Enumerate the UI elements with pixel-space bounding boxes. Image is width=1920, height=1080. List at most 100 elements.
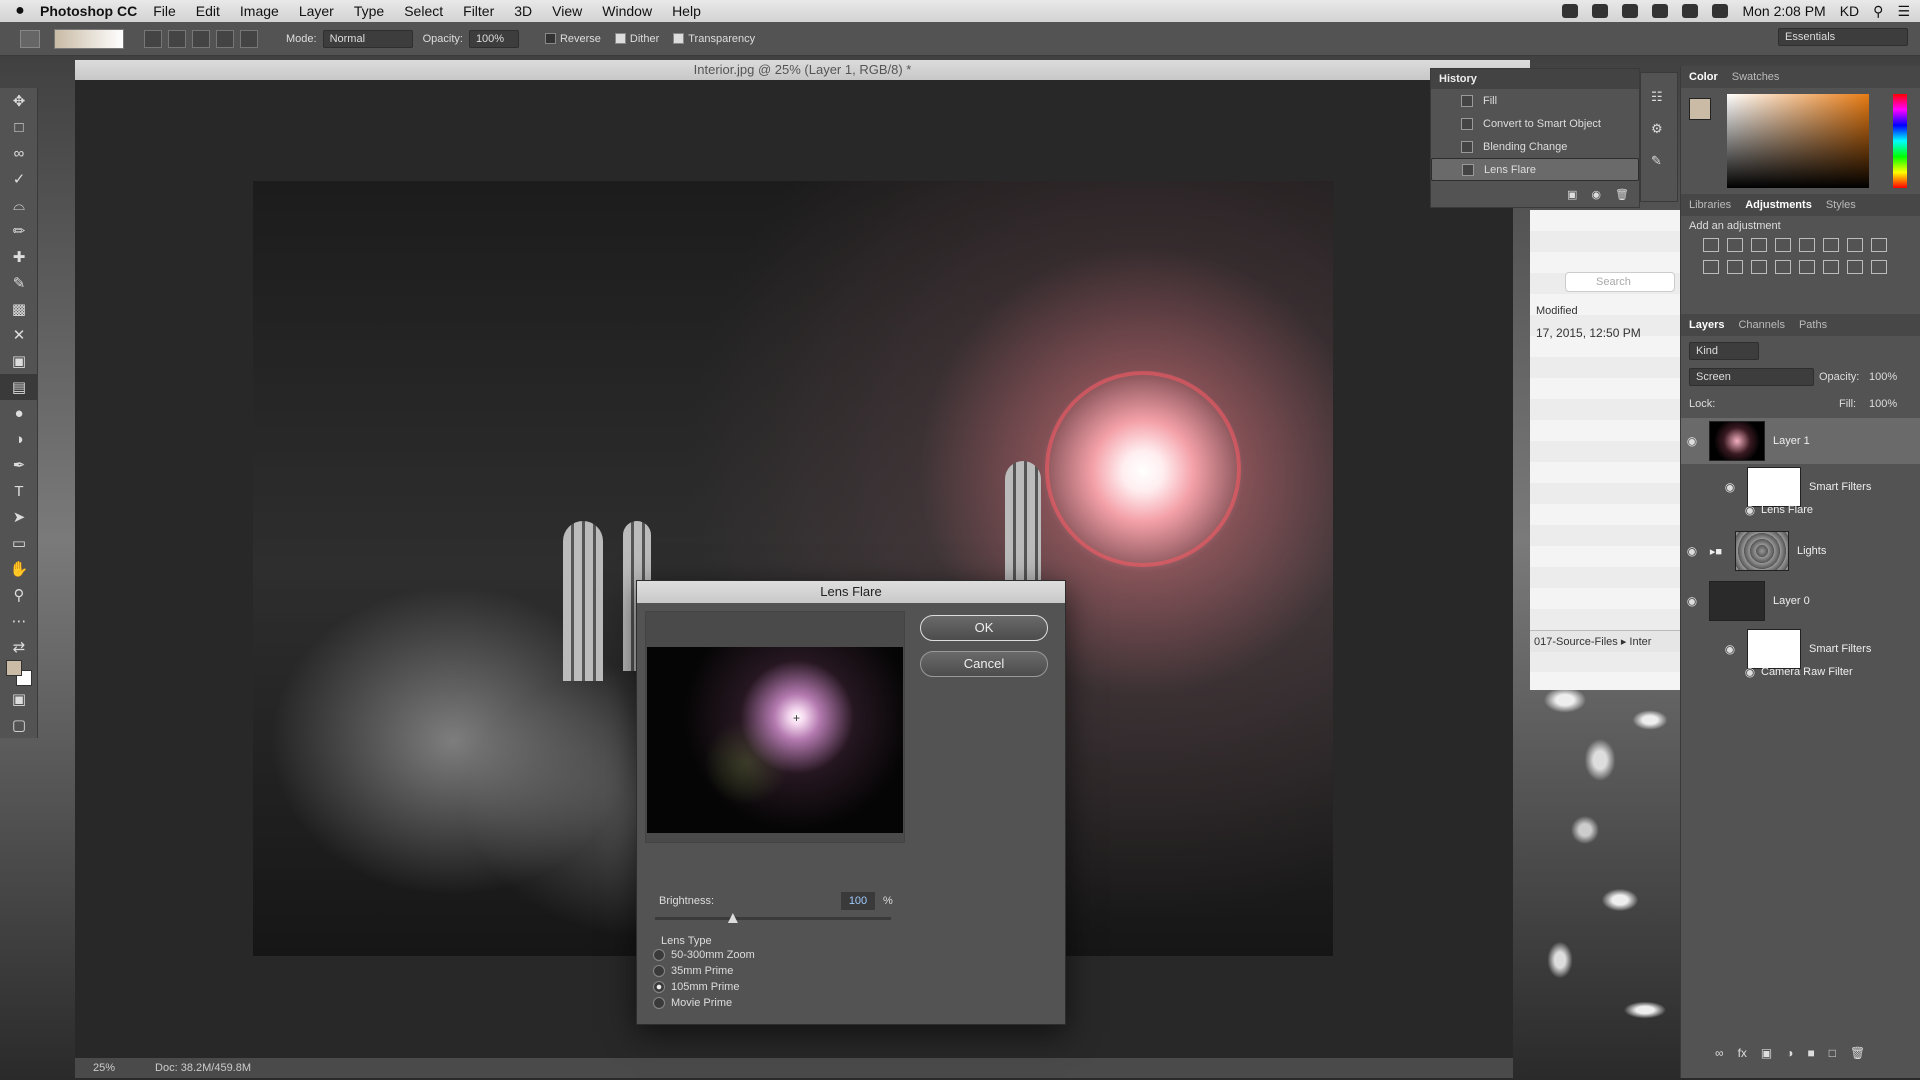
dialog-title[interactable]: Lens Flare [637, 581, 1065, 603]
finder-path-folder[interactable]: 017-Source-Files [1534, 636, 1618, 648]
brightness-field[interactable]: 100 [841, 892, 875, 910]
menu-help[interactable]: Help [672, 3, 701, 19]
chrome-icon[interactable] [1652, 4, 1669, 18]
hue-saturation-icon[interactable] [1823, 238, 1839, 252]
spotlight-icon[interactable]: ⚲ [1873, 3, 1883, 20]
zoom-level[interactable]: 25% [93, 1062, 115, 1074]
mask-icon[interactable]: ▣ [1761, 1046, 1772, 1060]
brightness-contrast-icon[interactable] [1703, 238, 1719, 252]
apple-icon[interactable]: ● [0, 2, 40, 20]
mode-select[interactable]: Normal [322, 29, 413, 48]
type-tool-icon[interactable]: T [0, 478, 38, 504]
radial-gradient-button[interactable] [168, 29, 186, 48]
app-name[interactable]: Photoshop CC [40, 3, 137, 19]
radio-button[interactable] [653, 949, 665, 961]
levels-icon[interactable] [1727, 238, 1743, 252]
marquee-tool-icon[interactable]: □ [0, 114, 38, 140]
group-row[interactable]: ◉ ▸■ Lights [1681, 528, 1920, 574]
reverse-checkbox[interactable] [544, 33, 556, 45]
menu-view[interactable]: View [552, 3, 582, 19]
tab-adjustments[interactable]: Adjustments [1745, 199, 1812, 211]
document-tab[interactable]: Interior.jpg @ 25% (Layer 1, RGB/8) * [75, 60, 1530, 80]
foreground-color-chip[interactable] [1689, 98, 1711, 120]
history-item[interactable]: Fill [1431, 89, 1639, 112]
move-tool-icon[interactable]: ✥ [0, 88, 38, 114]
color-field[interactable] [1727, 94, 1869, 188]
trash-icon[interactable]: 🗑 [1615, 188, 1629, 201]
visibility-eye-icon[interactable]: ◉ [1681, 434, 1703, 448]
finder-path-file[interactable]: Inter [1629, 636, 1651, 648]
hue-slider[interactable] [1893, 94, 1907, 188]
eraser-tool-icon[interactable]: ▣ [0, 348, 38, 374]
link-icon[interactable]: ∞ [1715, 1046, 1724, 1060]
flare-preview[interactable]: + [647, 647, 903, 833]
color-swatches[interactable] [0, 660, 38, 686]
gradient-preview[interactable] [54, 28, 124, 49]
history-title[interactable]: History [1431, 69, 1639, 89]
history-panel-icon[interactable]: ☷ [1651, 89, 1667, 105]
threshold-icon[interactable] [1823, 260, 1839, 274]
fill-field[interactable]: 100% [1869, 398, 1897, 410]
transparency-checkbox[interactable] [673, 33, 685, 45]
menu-edit[interactable]: Edit [196, 3, 220, 19]
notification-icon[interactable]: ☰ [1897, 3, 1910, 20]
reflected-gradient-button[interactable] [216, 29, 234, 48]
shape-tool-icon[interactable]: ▭ [0, 530, 38, 556]
more-tools-icon[interactable]: ⋯ [0, 608, 38, 634]
dropbox-icon[interactable] [1592, 4, 1609, 18]
history-brush-icon[interactable]: ✕ [0, 322, 38, 348]
foreground-color-swatch[interactable] [6, 660, 22, 676]
lens-option-105mm[interactable]: 105mm Prime [653, 981, 739, 993]
lasso-tool-icon[interactable]: ∞ [0, 140, 38, 166]
cloud-icon[interactable] [1622, 4, 1639, 18]
quick-select-tool-icon[interactable]: ✓ [0, 166, 38, 192]
history-item-selected[interactable]: Lens Flare [1431, 158, 1639, 181]
visibility-eye-icon[interactable]: ◉ [1681, 544, 1703, 558]
tab-paths[interactable]: Paths [1799, 319, 1827, 331]
gradient-tool-icon[interactable]: ▤ [0, 374, 38, 400]
menu-file[interactable]: File [153, 3, 176, 19]
fx-icon[interactable]: fx [1738, 1046, 1747, 1060]
diamond-gradient-button[interactable] [240, 29, 258, 48]
menu-layer[interactable]: Layer [299, 3, 334, 19]
brush-panel-icon[interactable]: ✎ [1651, 153, 1667, 169]
finder-search[interactable]: Search [1565, 272, 1675, 292]
ok-button[interactable]: OK [920, 615, 1048, 641]
brightness-slider-track[interactable] [655, 913, 891, 923]
radio-button[interactable] [653, 965, 665, 977]
radio-button-selected[interactable] [653, 981, 665, 993]
menu-window[interactable]: Window [602, 3, 652, 19]
tab-color[interactable]: Color [1689, 71, 1718, 83]
doc-size[interactable]: Doc: 38.2M/459.8M [155, 1062, 251, 1074]
linear-gradient-button[interactable] [144, 29, 162, 48]
tool-preset-picker[interactable] [20, 29, 40, 48]
layer-row[interactable]: ◉ Layer 0 [1681, 578, 1920, 624]
menu-image[interactable]: Image [240, 3, 279, 19]
lens-option-zoom[interactable]: 50-300mm Zoom [653, 949, 755, 961]
new-layer-icon[interactable]: □ [1829, 1046, 1836, 1060]
dither-checkbox[interactable] [614, 33, 626, 45]
zoom-tool-icon[interactable]: ⚲ [0, 582, 38, 608]
default-colors-icon[interactable]: ⇄ [0, 634, 38, 660]
blend-mode-select[interactable]: Screen [1689, 368, 1814, 386]
color-balance-icon[interactable] [1847, 238, 1863, 252]
layer-opacity-field[interactable]: 100% [1869, 371, 1897, 383]
visibility-eye-icon[interactable]: ◉ [1739, 665, 1761, 679]
visibility-eye-icon[interactable]: ◉ [1739, 503, 1761, 517]
blur-tool-icon[interactable]: ● [0, 400, 38, 426]
brush-tool-icon[interactable]: ✎ [0, 270, 38, 296]
menu-type[interactable]: Type [354, 3, 384, 19]
visibility-eye-icon[interactable]: ◉ [1719, 480, 1741, 494]
color-lookup-icon[interactable] [1751, 260, 1767, 274]
clock[interactable]: Mon 2:08 PM [1742, 3, 1825, 19]
filter-row[interactable]: ◉ Camera Raw Filter [1681, 662, 1920, 682]
user-name[interactable]: KD [1840, 3, 1859, 19]
lens-option-35mm[interactable]: 35mm Prime [653, 965, 733, 977]
visibility-eye-icon[interactable]: ◉ [1681, 594, 1703, 608]
cancel-button[interactable]: Cancel [920, 651, 1048, 677]
black-white-icon[interactable] [1871, 238, 1887, 252]
properties-panel-icon[interactable]: ⚙ [1651, 121, 1667, 137]
finder-column-modified[interactable]: Modified [1536, 305, 1578, 317]
healing-tool-icon[interactable]: ✚ [0, 244, 38, 270]
tab-swatches[interactable]: Swatches [1732, 71, 1780, 83]
